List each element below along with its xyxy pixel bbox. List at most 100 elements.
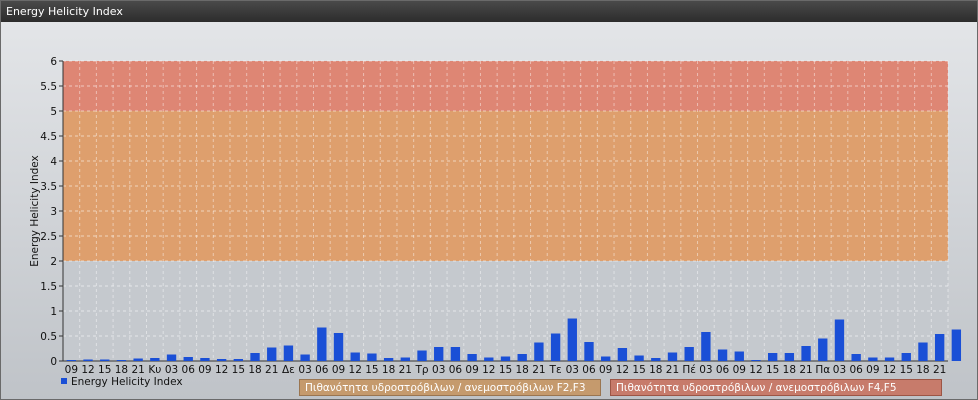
y-axis-label: Energy Helicity Index [29,155,41,267]
bar [133,358,143,361]
bar [183,357,193,361]
y-tick-label: 6 [50,56,57,68]
x-tick-label: 15 [900,364,913,376]
x-tick-label: 12 [81,364,94,376]
x-tick-label: 18 [115,364,128,376]
x-tick-label: 03 [833,364,846,376]
bar [350,352,360,361]
x-tick-label: 03 [298,364,311,376]
x-tick-label: 15 [499,364,512,376]
x-tick-label: 18 [916,364,929,376]
x-tick-label: 15 [632,364,645,376]
x-tick-label: 21 [131,364,144,376]
bar [534,342,544,361]
x-tick-label: Δε [282,364,295,376]
bar [601,356,611,361]
bar [216,359,227,361]
x-tick-label: 21 [532,364,545,376]
x-tick-label: 18 [382,364,395,376]
bar [584,342,594,361]
x-tick-label: 03 [699,364,712,376]
x-tick-label: 15 [766,364,779,376]
band-label-f2f3: Πιθανότητα υδροστρόβιλων / ανεμοστρόβιλω… [299,379,601,396]
bar [751,360,761,361]
bar [66,360,77,361]
bar [367,353,377,361]
bar [317,327,327,361]
bar [550,333,561,361]
x-tick-label: 12 [349,364,362,376]
x-tick-label: 18 [783,364,796,376]
bar [517,354,527,361]
bar [200,358,210,361]
x-tick-label: 12 [883,364,896,376]
x-tick-label: Πα [815,364,830,376]
bar [617,348,628,361]
bar [784,353,795,361]
x-tick-label: 06 [716,364,730,376]
bar [651,358,661,361]
x-tick-label: 03 [165,364,178,376]
x-tick-label: Τε [549,364,562,376]
y-tick-label: 5.5 [40,81,57,93]
x-tick-label: 09 [198,364,211,376]
x-tick-label: 21 [265,364,278,376]
energy-helicity-chart: 0 0.5 1 1.5 2 2.5 3 3.5 4 4.5 5 5.5 6 Energy Helicity… [29,56,962,388]
y-tick-label: 4 [50,156,57,168]
x-tick-label: 06 [315,364,329,376]
bar [934,334,945,361]
bar [417,350,427,361]
x-tick-label: 06 [182,364,196,376]
y-tick-label: 4.5 [40,131,57,143]
x-tick-label: 18 [649,364,662,376]
x-tick-label: 09 [332,364,345,376]
bar [166,354,177,361]
bar [250,353,260,361]
bar [150,358,160,361]
bar [801,346,811,361]
x-tick-label: 03 [432,364,445,376]
bar [83,359,93,361]
bar [717,349,728,361]
y-tick-label: 1.5 [40,281,57,293]
bar [951,329,962,361]
bar [283,345,294,361]
y-tick-label: 5 [50,106,57,118]
bar [450,347,461,361]
y-tick-label: 3.5 [40,181,57,193]
x-tick-label: 12 [482,364,495,376]
x-tick-label: 21 [399,364,412,376]
bar [500,356,511,361]
bar [400,357,410,361]
x-tick-label: 18 [516,364,529,376]
bar [116,360,127,361]
legend-swatch [61,378,67,384]
bar [383,358,394,361]
bar [684,347,694,361]
x-tick-label: 06 [849,364,863,376]
bar [434,347,444,361]
bar [834,319,845,361]
x-tick-label: 12 [215,364,228,376]
bar [300,354,310,361]
band-label-f4f5: Πιθανότητα υδροστρόβιλων / ανεμοστρόβιλω… [610,379,942,396]
x-tick-label: 15 [232,364,245,376]
y-tick-label: 2 [50,256,57,268]
legend-label: Energy Helicity Index [71,376,183,388]
bar [918,342,928,361]
bar [667,352,678,361]
bar [734,351,744,361]
y-tick-label: 2.5 [40,231,57,243]
bar [901,353,911,361]
chart-window: Energy Helicity Index 0 0.5 1 1.5 2 2.5 3 3.5 4 4… [0,0,978,400]
x-tick-label: 21 [933,364,946,376]
x-tick-label: Τρ [414,364,428,376]
x-tick-label: 09 [65,364,78,376]
bar [884,357,895,361]
x-tick-label: 06 [449,364,463,376]
bar [818,338,828,361]
x-tick-label: 09 [866,364,879,376]
x-tick-label: 18 [248,364,261,376]
x-tick-label: 12 [749,364,762,376]
x-tick-label: Κυ [148,364,161,376]
